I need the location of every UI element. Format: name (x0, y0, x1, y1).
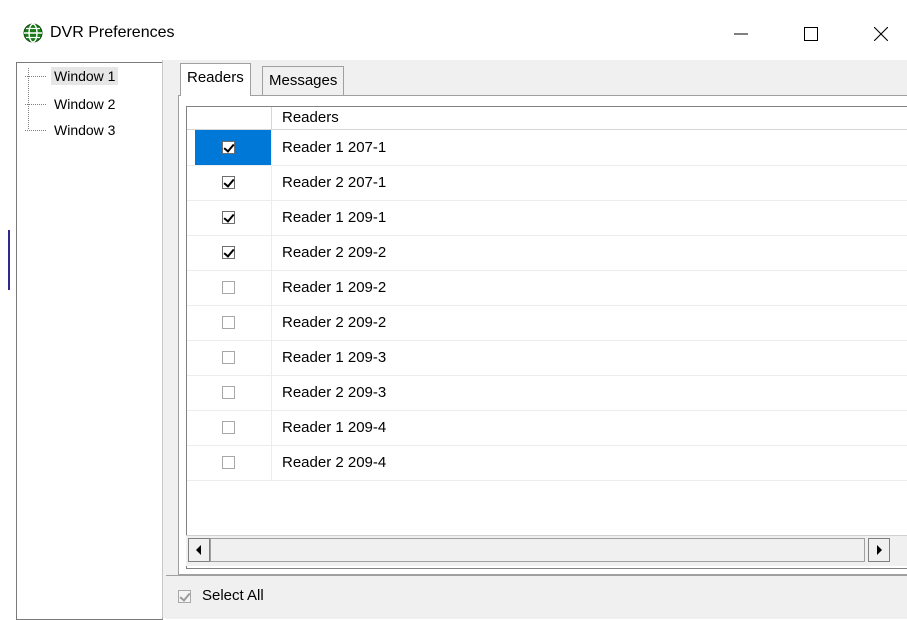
scroll-right-button[interactable] (868, 538, 890, 562)
select-all-checkbox[interactable] (178, 590, 191, 603)
column-header-readers[interactable]: Readers (272, 107, 339, 129)
check-cell[interactable] (187, 410, 272, 445)
row-checkbox[interactable] (222, 316, 235, 329)
row-checkbox[interactable] (222, 351, 235, 364)
row-checkbox[interactable] (222, 456, 235, 469)
footer-bar: Select All (166, 575, 907, 619)
row-checkbox[interactable] (222, 141, 235, 154)
tree-item-label: Window 1 (51, 67, 119, 85)
tree-connector (25, 130, 47, 131)
window-edge-accent (8, 230, 10, 290)
table-row[interactable]: Reader 1 207-1 (187, 130, 907, 166)
arrow-left-icon (195, 542, 203, 559)
reader-name-cell[interactable]: Reader 2 209-3 (282, 375, 386, 410)
column-header-check[interactable] (187, 107, 272, 129)
check-cell[interactable] (187, 165, 272, 200)
title-bar[interactable]: DVR Preferences (0, 0, 907, 60)
scroll-left-button[interactable] (188, 538, 210, 562)
close-icon (874, 27, 888, 41)
reader-name-cell[interactable]: Reader 2 209-4 (282, 445, 386, 480)
tab-readers[interactable]: Readers (180, 63, 251, 96)
row-checkbox[interactable] (222, 281, 235, 294)
maximize-button[interactable] (788, 12, 834, 56)
check-cell[interactable] (187, 130, 272, 165)
row-checkbox[interactable] (222, 176, 235, 189)
reader-name-cell[interactable]: Reader 2 209-2 (282, 235, 386, 270)
reader-name-cell[interactable]: Reader 1 209-2 (282, 270, 386, 305)
tab-messages[interactable]: Messages (262, 66, 345, 96)
arrow-right-icon (875, 542, 883, 559)
reader-name-cell[interactable]: Reader 1 207-1 (282, 130, 386, 165)
close-button[interactable] (858, 12, 904, 56)
globe-icon (22, 22, 44, 44)
table-row[interactable]: Reader 2 209-3 (187, 375, 907, 411)
table-row[interactable]: Reader 2 209-2 (187, 235, 907, 271)
table-row[interactable]: Reader 1 209-3 (187, 340, 907, 376)
check-cell[interactable] (187, 340, 272, 375)
reader-name-cell[interactable]: Reader 2 207-1 (282, 165, 386, 200)
table-row[interactable]: Reader 2 209-4 (187, 445, 907, 481)
table-row[interactable]: Reader 2 207-1 (187, 165, 907, 201)
row-checkbox[interactable] (222, 246, 235, 259)
minimize-button[interactable] (718, 12, 764, 56)
window-title: DVR Preferences (50, 24, 175, 41)
window-left-edge (0, 0, 10, 618)
readers-grid[interactable]: Readers Reader 1 207-1 Reader 2 207-1 Read… (186, 106, 907, 569)
reader-name-cell[interactable]: Reader 1 209-1 (282, 200, 386, 235)
reader-name-cell[interactable]: Reader 1 209-4 (282, 410, 386, 445)
table-row[interactable]: Reader 1 209-1 (187, 200, 907, 236)
row-checkbox[interactable] (222, 386, 235, 399)
check-cell[interactable] (187, 235, 272, 270)
table-row[interactable]: Reader 1 209-2 (187, 270, 907, 306)
row-checkbox[interactable] (222, 421, 235, 434)
check-cell[interactable] (187, 375, 272, 410)
row-checkbox[interactable] (222, 211, 235, 224)
reader-name-cell[interactable]: Reader 1 209-3 (282, 340, 386, 375)
table-row[interactable]: Reader 2 209-2 (187, 305, 907, 341)
window-tree[interactable]: Window 1 Window 2 Window 3 (16, 62, 163, 620)
tree-item-label: Window 3 (54, 122, 116, 138)
horizontal-scrollbar[interactable] (186, 535, 907, 566)
table-row[interactable]: Reader 1 209-4 (187, 410, 907, 446)
select-all-label[interactable]: Select All (202, 586, 264, 606)
scroll-thumb[interactable] (210, 538, 865, 562)
tree-vertical-connector (28, 68, 29, 130)
grid-header: Readers (187, 107, 907, 130)
reader-name-cell[interactable]: Reader 2 209-2 (282, 305, 386, 340)
maximize-icon (804, 27, 818, 41)
tree-item-label: Window 2 (54, 96, 116, 112)
minimize-icon (734, 27, 748, 41)
check-cell[interactable] (187, 270, 272, 305)
check-cell[interactable] (187, 305, 272, 340)
check-cell[interactable] (187, 200, 272, 235)
check-cell[interactable] (187, 445, 272, 480)
